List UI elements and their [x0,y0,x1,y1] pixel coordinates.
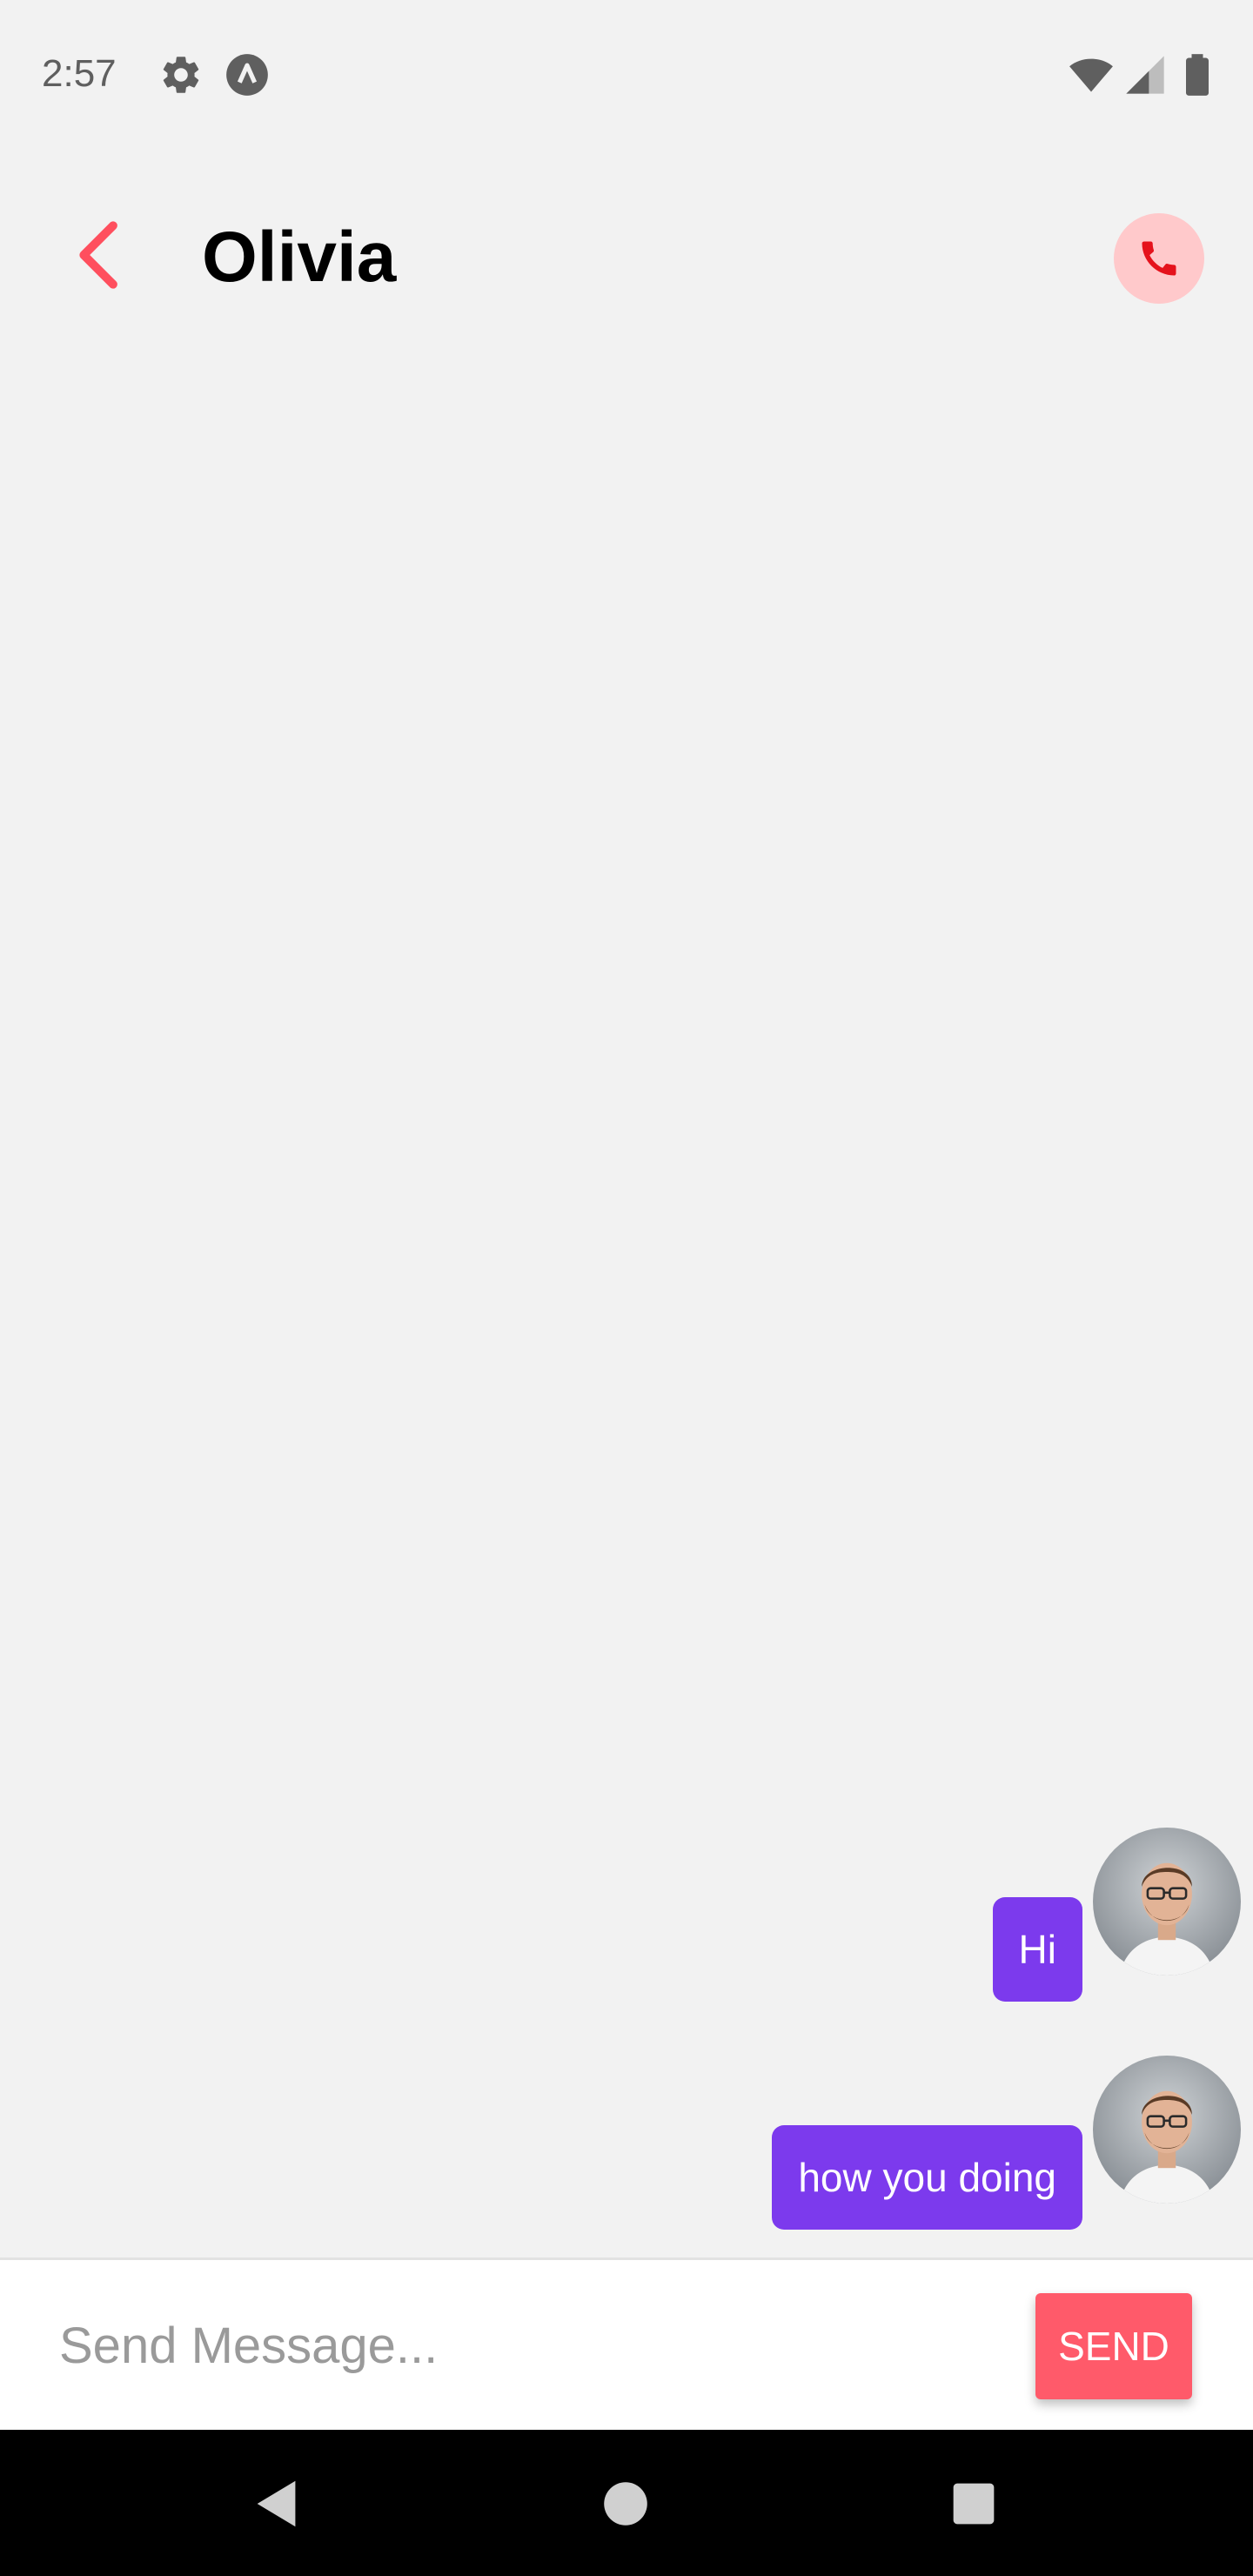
nav-home-button[interactable] [595,2473,656,2534]
nav-recents-button[interactable] [943,2473,1004,2534]
page-title: Olivia [202,218,397,297]
home-circle-icon [604,2482,647,2526]
message-composer: SEND [0,2257,1253,2432]
navigation-bar [0,2430,1253,2576]
battery-icon [1175,52,1220,97]
chevron-left-icon [79,221,117,289]
back-button[interactable] [61,216,139,294]
message-bubble: Hi [992,1897,1082,2002]
signal-icon [1122,52,1168,97]
recents-square-icon [953,2483,995,2525]
phone-icon [1142,241,1176,276]
chat-header: Olivia [0,174,1253,348]
gear-icon [158,52,204,97]
message-input[interactable] [59,2311,982,2380]
avatar [1093,2056,1241,2204]
message-row: Hi [0,1826,1253,2002]
app-launcher-icon [224,52,270,97]
message-row: how you doing [0,2054,1253,2230]
back-triangle-icon [257,2480,296,2527]
chat-screen: 2:57 Olivia Hi how you doing Send Messag… [0,0,1253,2576]
call-button[interactable] [1114,213,1204,304]
wifi-icon [1069,52,1114,97]
avatar [1093,1828,1241,1976]
send-button[interactable]: SEND [1035,2293,1192,2399]
status-bar: 2:57 [0,0,1253,148]
message-bubble: how you doing [772,2125,1082,2230]
status-time: 2:57 [42,52,117,95]
nav-back-button[interactable] [247,2473,308,2534]
